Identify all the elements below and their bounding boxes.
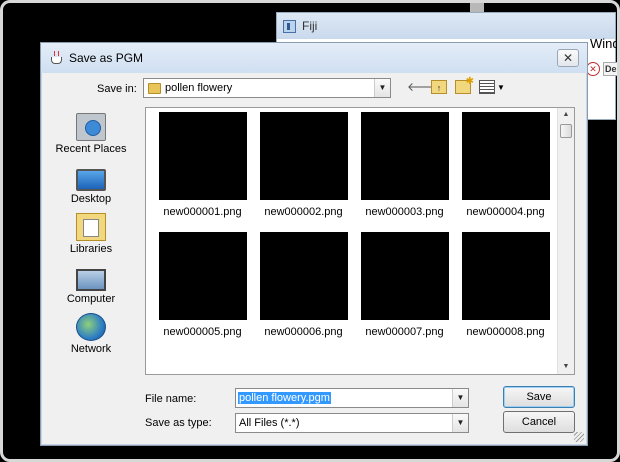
file-name: new000004.png bbox=[466, 206, 545, 218]
computer-icon bbox=[76, 269, 106, 291]
file-item[interactable]: new000008.png bbox=[455, 232, 556, 338]
places-bar: Recent Places Desktop Libraries Computer… bbox=[51, 107, 131, 357]
fiji-title: Fiji bbox=[302, 19, 318, 33]
file-item[interactable]: new000003.png bbox=[354, 112, 455, 218]
place-label: Libraries bbox=[69, 243, 113, 255]
desktop-icon bbox=[76, 169, 106, 191]
resize-grip[interactable] bbox=[574, 432, 584, 442]
file-name-input[interactable]: pollen flowery.pgm bbox=[238, 392, 331, 404]
save-as-type-select[interactable]: All Files (*.*) ▼ bbox=[235, 413, 469, 433]
file-name: new000006.png bbox=[264, 326, 343, 338]
scroll-up-icon[interactable]: ▲ bbox=[558, 108, 574, 122]
place-recent-places[interactable]: Recent Places bbox=[51, 107, 131, 157]
file-item[interactable]: new000005.png bbox=[152, 232, 253, 338]
place-label: Desktop bbox=[70, 193, 112, 205]
file-grid: new000001.png new000002.png new000003.pn… bbox=[152, 112, 556, 338]
place-label: Computer bbox=[66, 293, 116, 305]
cancel-button[interactable]: Cancel bbox=[503, 411, 575, 433]
file-thumbnail bbox=[461, 232, 550, 320]
fiji-toolbar: ✕ De bbox=[586, 62, 619, 76]
java-cup-icon bbox=[49, 51, 63, 65]
network-icon bbox=[76, 313, 106, 341]
save-in-label: Save in: bbox=[97, 83, 137, 95]
file-name: new000001.png bbox=[163, 206, 242, 218]
place-computer[interactable]: Computer bbox=[51, 257, 131, 307]
file-thumbnail bbox=[259, 232, 348, 320]
file-list-pane[interactable]: new000001.png new000002.png new000003.pn… bbox=[145, 107, 575, 375]
file-item[interactable]: new000002.png bbox=[253, 112, 354, 218]
file-thumbnail bbox=[360, 112, 449, 200]
save-as-type-label: Save as type: bbox=[145, 417, 212, 429]
file-item[interactable]: new000006.png bbox=[253, 232, 354, 338]
file-name: new000002.png bbox=[264, 206, 343, 218]
file-name: new000007.png bbox=[365, 326, 444, 338]
chevron-down-icon[interactable]: ▼ bbox=[374, 79, 390, 97]
libraries-icon bbox=[76, 213, 106, 241]
fiji-titlebar: Fiji bbox=[277, 13, 615, 39]
file-name: new000005.png bbox=[163, 326, 242, 338]
new-folder-icon[interactable] bbox=[455, 75, 474, 94]
place-network[interactable]: Network bbox=[51, 307, 131, 357]
close-button[interactable]: ✕ bbox=[557, 49, 579, 67]
fiji-window-menu[interactable]: Wind bbox=[588, 36, 620, 54]
fiji-app-icon bbox=[283, 19, 296, 33]
place-libraries[interactable]: Libraries bbox=[51, 207, 131, 257]
view-menu-icon[interactable] bbox=[479, 80, 495, 94]
save-dialog: Save as PGM ✕ Save in: pollen flowery ▼ … bbox=[40, 42, 588, 446]
place-label: Recent Places bbox=[55, 143, 127, 155]
chevron-down-icon[interactable]: ▼ bbox=[452, 414, 468, 432]
place-desktop[interactable]: Desktop bbox=[51, 157, 131, 207]
file-name-label: File name: bbox=[145, 393, 197, 405]
back-arrow-icon[interactable]: 🡐 bbox=[407, 80, 439, 94]
file-item[interactable]: new000007.png bbox=[354, 232, 455, 338]
file-thumbnail bbox=[360, 232, 449, 320]
file-name: new000008.png bbox=[466, 326, 545, 338]
file-thumbnail bbox=[461, 112, 550, 200]
file-name-field[interactable]: pollen flowery.pgm ▼ bbox=[235, 388, 469, 408]
chevron-down-icon[interactable]: ▼ bbox=[452, 389, 468, 407]
file-thumbnail bbox=[158, 112, 247, 200]
scrollbar-thumb[interactable] bbox=[560, 124, 572, 138]
fiji-tool-button[interactable]: De bbox=[603, 62, 619, 76]
dialog-titlebar: Save as PGM bbox=[41, 43, 587, 73]
file-thumbnail bbox=[158, 232, 247, 320]
save-in-combo[interactable]: pollen flowery ▼ bbox=[143, 78, 391, 98]
folder-icon bbox=[148, 82, 161, 94]
save-button[interactable]: Save bbox=[503, 386, 575, 408]
current-folder-name: pollen flowery bbox=[165, 82, 233, 94]
close-circle-icon[interactable]: ✕ bbox=[586, 62, 600, 76]
place-label: Network bbox=[70, 343, 112, 355]
view-dropdown-icon[interactable]: ▼ bbox=[497, 83, 505, 92]
file-item[interactable]: new000001.png bbox=[152, 112, 253, 218]
file-name: new000003.png bbox=[365, 206, 444, 218]
navigation-toolbar: 🡐 ↑ ▼ bbox=[407, 75, 505, 94]
scroll-down-icon[interactable]: ▼ bbox=[558, 360, 574, 374]
dialog-title: Save as PGM bbox=[69, 51, 144, 65]
file-item[interactable]: new000004.png bbox=[455, 112, 556, 218]
vertical-scrollbar[interactable]: ▲ ▼ bbox=[557, 108, 574, 374]
file-thumbnail bbox=[259, 112, 348, 200]
up-folder-icon[interactable]: ↑ bbox=[431, 80, 447, 94]
save-as-type-value: All Files (*.*) bbox=[239, 417, 300, 429]
recent-places-icon bbox=[76, 113, 106, 141]
